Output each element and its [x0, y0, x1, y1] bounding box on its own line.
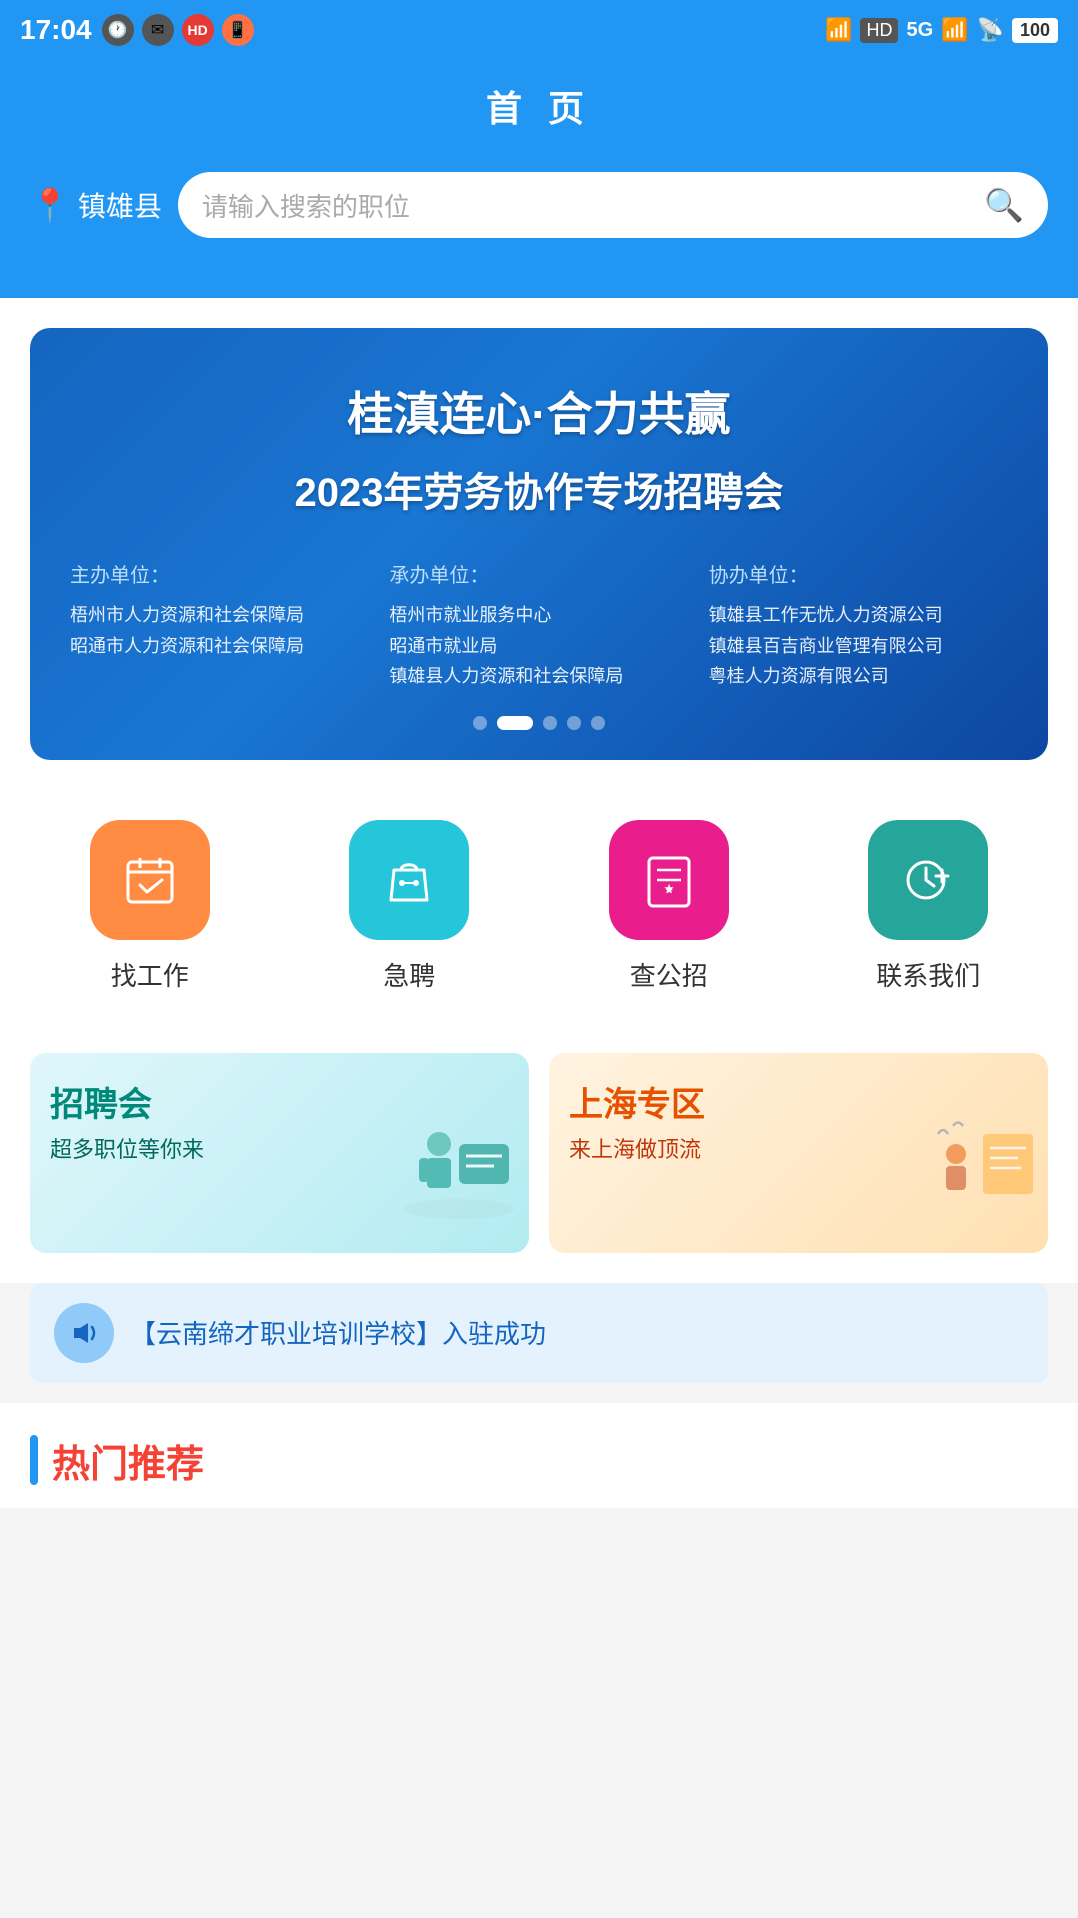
status-icons-left: 🕐 ✉ HD 📱 [102, 14, 254, 46]
find-job-label: 找工作 [111, 956, 189, 993]
banner-col3: 协办单位： 镇雄县工作无忧人力资源公司 镇雄县百吉商业管理有限公司 粤桂人力资源… [709, 558, 1008, 692]
hot-section: 热门推荐 [0, 1403, 1078, 1508]
banner-title2: 2023年劳务协作专场招聘会 [70, 460, 1008, 518]
quick-icons-section: 找工作 急聘 查公招 [0, 770, 1078, 1033]
banner-col3-item1: 镇雄县工作无忧人力资源公司 [709, 600, 1008, 631]
search-placeholder[interactable]: 请输入搜索的职位 [202, 187, 972, 224]
banner-details: 主办单位： 梧州市人力资源和社会保障局 昭通市人力资源和社会保障局 承办单位： … [70, 558, 1008, 692]
banner-card[interactable]: 桂滇连心·合力共赢 2023年劳务协作专场招聘会 主办单位： 梧州市人力资源和社… [30, 328, 1048, 760]
job-fair-subtitle: 超多职位等你来 [50, 1132, 204, 1164]
location-icon: 📍 [30, 186, 70, 224]
shanghai-card[interactable]: 上海专区 来上海做顶流 [549, 1053, 1048, 1253]
shanghai-card-text: 上海专区 来上海做顶流 [569, 1077, 705, 1164]
quick-icon-public-recruit[interactable]: 查公招 [609, 820, 729, 993]
banner-col1-label: 主办单位： [70, 558, 369, 594]
job-fair-card-text: 招聘会 超多职位等你来 [50, 1077, 204, 1164]
status-left: 17:04 🕐 ✉ HD 📱 [20, 14, 254, 46]
header: 首 页 [0, 60, 1078, 172]
hot-header: 热门推荐 [30, 1433, 1048, 1488]
network-5g: 5G [906, 19, 933, 42]
banner-col3-label: 协办单位： [709, 558, 1008, 594]
banner-col2: 承办单位： 梧州市就业服务中心 昭通市就业局 镇雄县人力资源和社会保障局 [389, 558, 688, 692]
banner-col3-item2: 镇雄县百吉商业管理有限公司 [709, 631, 1008, 662]
status-bar: 17:04 🕐 ✉ HD 📱 📶 HD 5G 📶 📡 100 [0, 0, 1078, 60]
shanghai-illustration [928, 1114, 1038, 1243]
location-button[interactable]: 📍 镇雄县 [30, 185, 162, 225]
contact-icon-bg [868, 820, 988, 940]
location-text: 镇雄县 [78, 185, 162, 225]
signal-bars: 📶 [941, 17, 968, 43]
banner-col2-item2: 昭通市就业局 [389, 631, 688, 662]
notice-speaker-icon [54, 1303, 114, 1363]
banner-col2-item3: 镇雄县人力资源和社会保障局 [389, 661, 688, 692]
clock-icon: 🕐 [102, 14, 134, 46]
wifi-icon: 📡 [977, 17, 1004, 43]
quick-icon-find-job[interactable]: 找工作 [90, 820, 210, 993]
public-recruit-label: 查公招 [630, 956, 708, 993]
banner-section: 桂滇连心·合力共赢 2023年劳务协作专场招聘会 主办单位： 梧州市人力资源和社… [0, 298, 1078, 770]
banner-dot-2[interactable] [497, 716, 533, 730]
hot-indicator [30, 1435, 38, 1485]
signal-icon: 📶 [825, 17, 852, 43]
banner-col1-item1: 梧州市人力资源和社会保障局 [70, 600, 369, 631]
battery-icon: 100 [1012, 18, 1058, 43]
urgent-icon-bg [349, 820, 469, 940]
public-recruit-icon-bg [609, 820, 729, 940]
page-title: 首 页 [0, 80, 1078, 132]
banner-col2-label: 承办单位： [389, 558, 688, 594]
banner-dot-5[interactable] [591, 716, 605, 730]
banner-col1-item2: 昭通市人力资源和社会保障局 [70, 631, 369, 662]
shopping-bag-icon [379, 850, 439, 910]
banner-title1: 桂滇连心·合力共赢 [70, 378, 1008, 444]
job-fair-title: 招聘会 [50, 1077, 204, 1126]
banner-dot-1[interactable] [473, 716, 487, 730]
hd-badge: HD [860, 18, 898, 43]
banner-dot-4[interactable] [567, 716, 581, 730]
quick-icon-urgent[interactable]: 急聘 [349, 820, 469, 993]
urgent-label: 急聘 [383, 956, 435, 993]
job-fair-card[interactable]: 招聘会 超多职位等你来 [30, 1053, 529, 1253]
shanghai-subtitle: 来上海做顶流 [569, 1132, 705, 1164]
hd-icon: HD [182, 14, 214, 46]
calendar-check-icon [120, 850, 180, 910]
banner-col2-item1: 梧州市就业服务中心 [389, 600, 688, 631]
search-box[interactable]: 请输入搜索的职位 🔍 [178, 172, 1048, 238]
status-time: 17:04 [20, 14, 92, 46]
search-icon[interactable]: 🔍 [984, 186, 1024, 224]
status-icons-right: 📶 HD 5G 📶 📡 100 [825, 17, 1058, 43]
banner-dots [70, 716, 1008, 730]
notice-text: 【云南缔才职业培训学校】入驻成功 [130, 1314, 546, 1351]
banner-dot-3[interactable] [543, 716, 557, 730]
search-section: 📍 镇雄县 请输入搜索的职位 🔍 [0, 172, 1078, 298]
notice-bar[interactable]: 【云南缔才职业培训学校】入驻成功 [30, 1283, 1048, 1383]
banner-col3-item3: 粤桂人力资源有限公司 [709, 661, 1008, 692]
quick-icon-contact[interactable]: 联系我们 [868, 820, 988, 993]
hot-title: 热门推荐 [52, 1433, 204, 1488]
document-star-icon [639, 850, 699, 910]
clock-add-icon [898, 850, 958, 910]
mini-cards-row: 招聘会 超多职位等你来 上海专区 来上海做顶流 [0, 1033, 1078, 1283]
job-fair-illustration [399, 1114, 519, 1243]
contact-label: 联系我们 [876, 956, 980, 993]
app-icon: 📱 [222, 14, 254, 46]
mail-icon: ✉ [142, 14, 174, 46]
shanghai-title: 上海专区 [569, 1077, 705, 1126]
banner-col1: 主办单位： 梧州市人力资源和社会保障局 昭通市人力资源和社会保障局 [70, 558, 369, 692]
find-job-icon-bg [90, 820, 210, 940]
